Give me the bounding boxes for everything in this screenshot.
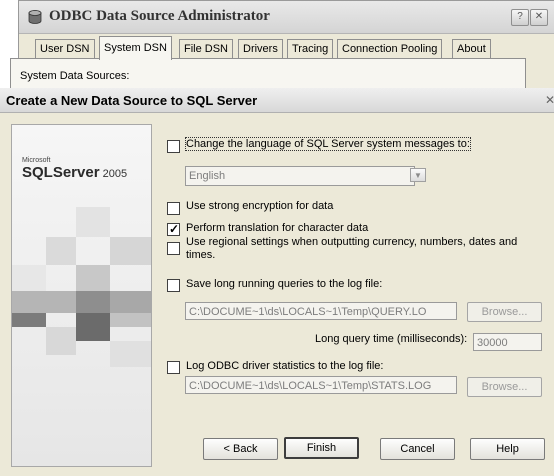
query-log-path-value: C:\DOCUME~1\ds\LOCALS~1\Temp\QUERY.LO	[189, 306, 427, 318]
back-button[interactable]: < Back	[203, 438, 278, 460]
browse-label: Browse...	[481, 306, 528, 318]
tab-label: File DSN	[184, 43, 229, 55]
change-language-label: Change the language of SQL Server system…	[185, 137, 471, 151]
tab-tracing[interactable]: Tracing	[287, 39, 334, 59]
system-data-sources-label: System Data Sources:	[20, 70, 130, 82]
change-language-checkbox[interactable]	[167, 140, 180, 153]
finish-button[interactable]: Finish	[284, 437, 359, 459]
help-icon[interactable]: ?	[511, 9, 529, 26]
banner-tile	[46, 237, 76, 265]
browse-query-log-button[interactable]: Browse...	[467, 302, 542, 322]
long-query-time-value: 30000	[477, 337, 508, 349]
save-long-queries-label: Save long running queries to the log fil…	[186, 278, 383, 290]
banner-tile	[12, 265, 46, 291]
banner-tile	[46, 327, 76, 355]
banner-tile	[110, 237, 151, 265]
banner-tile	[12, 313, 46, 327]
tab-label: Tracing	[292, 43, 329, 55]
checkmark-icon: ✓	[169, 222, 180, 236]
sql-server-logo: Microsoft SQLServer 2005	[22, 157, 127, 181]
cancel-label: Cancel	[400, 443, 435, 455]
back-label: < Back	[223, 443, 258, 455]
tab-file-dsn[interactable]: File DSN	[179, 39, 234, 59]
tab-label: User DSN	[40, 43, 90, 55]
long-query-time-input[interactable]: 30000	[473, 333, 542, 351]
strong-encryption-label: Use strong encryption for data	[186, 200, 334, 212]
long-query-time-label: Long query time (milliseconds):	[315, 333, 468, 345]
banner-tile	[76, 265, 110, 291]
perform-translation-checkbox[interactable]: ✓	[167, 222, 180, 236]
banner-tile	[76, 313, 110, 341]
database-icon	[28, 10, 42, 24]
cancel-button[interactable]: Cancel	[380, 438, 455, 460]
perform-translation-label: Perform translation for character data	[186, 222, 369, 234]
stats-log-path-input[interactable]: C:\DOCUME~1\ds\LOCALS~1\Temp\STATS.LOG	[185, 376, 457, 394]
stats-log-path-value: C:\DOCUME~1\ds\LOCALS~1\Temp\STATS.LOG	[189, 380, 432, 392]
odbc-window-title: ODBC Data Source Administrator	[49, 8, 270, 24]
banner-tile	[12, 291, 76, 313]
banner-tile	[110, 313, 151, 327]
strong-encryption-checkbox[interactable]	[167, 202, 180, 215]
tab-label: Drivers	[243, 43, 278, 55]
tab-connection-pooling[interactable]: Connection Pooling	[337, 39, 443, 59]
banner-tile	[76, 291, 110, 313]
language-select[interactable]: English	[185, 166, 415, 186]
browse-label: Browse...	[481, 381, 528, 393]
tab-about[interactable]: About	[452, 39, 491, 59]
regional-settings-label: Use regional settings when outputting cu…	[186, 236, 518, 261]
odbc-title-bar: ODBC Data Source Administrator ? ✕	[19, 1, 554, 34]
log-odbc-stats-label: Log ODBC driver statistics to the log fi…	[186, 360, 384, 372]
tab-label: About	[457, 43, 486, 55]
banner-tile	[76, 207, 110, 237]
chevron-down-icon[interactable]: ▼	[410, 168, 426, 182]
regional-settings-checkbox[interactable]	[167, 242, 180, 255]
tab-label: System DSN	[104, 42, 167, 54]
finish-label: Finish	[306, 442, 337, 454]
language-select-value: English	[189, 170, 226, 182]
log-odbc-stats-checkbox[interactable]	[167, 361, 180, 374]
close-icon[interactable]: ✕	[530, 9, 548, 26]
browse-stats-log-button[interactable]: Browse...	[467, 377, 542, 397]
close-icon[interactable]: ✕	[545, 93, 554, 107]
tab-system-dsn[interactable]: System DSN	[99, 36, 172, 60]
product-name: SQLServer	[22, 164, 100, 181]
tab-label: Connection Pooling	[342, 43, 438, 55]
banner-tile	[110, 341, 151, 367]
product-version: 2005	[102, 168, 128, 180]
help-label: Help	[496, 443, 519, 455]
dialog-title: Create a New Data Source to SQL Server	[6, 93, 258, 108]
tab-drivers[interactable]: Drivers	[238, 39, 283, 59]
help-button[interactable]: Help	[470, 438, 545, 460]
tab-user-dsn[interactable]: User DSN	[35, 39, 95, 59]
save-long-queries-checkbox[interactable]	[167, 279, 180, 292]
banner-tile	[110, 291, 151, 313]
query-log-path-input[interactable]: C:\DOCUME~1\ds\LOCALS~1\Temp\QUERY.LO	[185, 302, 457, 320]
microsoft-brand: Microsoft	[22, 157, 51, 164]
